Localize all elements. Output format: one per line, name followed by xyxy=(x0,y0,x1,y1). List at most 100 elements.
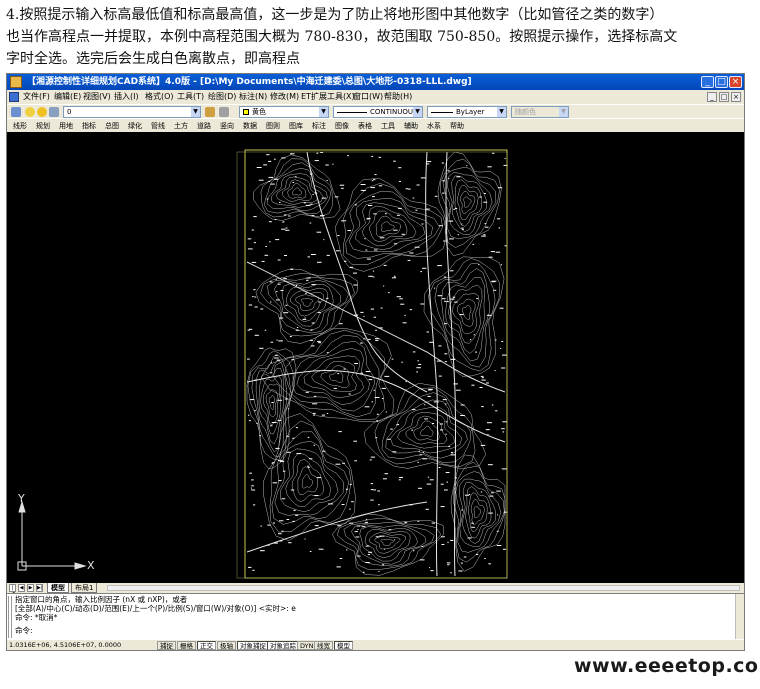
contour-line xyxy=(337,517,442,570)
menu-draw[interactable]: 绘图(D) xyxy=(208,90,236,104)
tab-nav-next[interactable]: ▶ xyxy=(27,584,34,592)
doc-minimize-button[interactable]: _ xyxy=(707,92,717,102)
elevation-point xyxy=(250,399,255,401)
menu-edit[interactable]: 编辑(E) xyxy=(54,90,81,104)
plugin-item[interactable]: 指标 xyxy=(82,119,96,133)
plugin-item[interactable]: 用地 xyxy=(59,119,73,133)
linetype-dropdown[interactable]: CONTINUOUS ▼ xyxy=(333,106,423,118)
plugin-item[interactable]: 规划 xyxy=(36,119,50,133)
tab-layout1[interactable]: 布局1 xyxy=(71,583,98,593)
status-polar-button[interactable]: 极轴 xyxy=(217,641,236,650)
minimize-button[interactable]: _ xyxy=(701,76,714,88)
lock-icon[interactable] xyxy=(49,107,59,117)
plugin-item[interactable]: 土方 xyxy=(174,119,188,133)
horizontal-scrollbar[interactable] xyxy=(107,585,740,591)
elevation-point xyxy=(398,207,402,209)
status-grid-button[interactable]: 栅格 xyxy=(177,641,196,650)
contour-line xyxy=(258,368,284,445)
elevation-point xyxy=(442,192,445,194)
command-scrollbar[interactable] xyxy=(735,594,744,640)
tab-nav-prev[interactable]: ◀ xyxy=(18,584,25,592)
plugin-item[interactable]: 图则 xyxy=(266,119,280,133)
elevation-point xyxy=(272,462,275,464)
plugin-item[interactable]: 竖向 xyxy=(220,119,234,133)
contour-line xyxy=(380,538,395,546)
chevron-down-icon[interactable]: ▼ xyxy=(319,107,328,117)
menu-dimension[interactable]: 标注(N) xyxy=(239,90,267,104)
elevation-point xyxy=(271,422,277,423)
elevation-point xyxy=(268,160,272,162)
status-osnap-button[interactable]: 对象捕捉 xyxy=(237,641,269,650)
status-lineweight-button[interactable]: 线宽 xyxy=(314,641,333,650)
drawing-canvas[interactable]: Y X xyxy=(7,132,744,583)
status-model-button[interactable]: 模型 xyxy=(334,641,353,650)
elevation-point xyxy=(321,414,325,416)
color-dropdown[interactable]: 黄色 ▼ xyxy=(239,106,329,118)
plugin-item[interactable]: 数据 xyxy=(243,119,257,133)
command-window[interactable]: 指定窗口的角点，输入比例因子 (nX 或 nXP)，或者 [全部(A)/中心(C… xyxy=(7,593,744,640)
plugin-item[interactable]: 管线 xyxy=(151,119,165,133)
layer-previous-icon[interactable] xyxy=(219,107,229,117)
menu-modify[interactable]: 修改(M) xyxy=(270,90,299,104)
elevation-point xyxy=(282,221,285,223)
plugin-item[interactable]: 图像 xyxy=(335,119,349,133)
elevation-point xyxy=(392,451,397,453)
plugin-item[interactable]: 总图 xyxy=(105,119,119,133)
layer-manager-icon[interactable] xyxy=(11,107,21,117)
menu-window[interactable]: 窗口(W) xyxy=(353,90,383,104)
menu-insert[interactable]: 插入(I) xyxy=(114,90,139,104)
elevation-point xyxy=(348,393,351,395)
plugin-item[interactable]: 水系 xyxy=(427,119,441,133)
elevation-point xyxy=(450,572,452,574)
plugin-item[interactable]: 线形 xyxy=(13,119,27,133)
menu-express-tools[interactable]: ET扩展工具(X) xyxy=(301,90,355,104)
plugin-item[interactable]: 表格 xyxy=(358,119,372,133)
contour-line xyxy=(473,505,482,519)
contour-line xyxy=(434,262,496,368)
layer-dropdown[interactable]: 0 ▼ xyxy=(63,106,201,118)
status-otrack-button[interactable]: 对象追踪 xyxy=(267,641,299,650)
plugin-item[interactable]: 帮助 xyxy=(450,119,464,133)
chevron-down-icon[interactable]: ▼ xyxy=(413,107,422,117)
menu-help[interactable]: 帮助(H) xyxy=(384,90,412,104)
elevation-point xyxy=(487,434,489,435)
close-button[interactable]: × xyxy=(729,76,742,88)
menu-view[interactable]: 视图(V) xyxy=(83,90,111,104)
doc-maximize-button[interactable]: □ xyxy=(719,92,729,102)
lineweight-swatch xyxy=(431,111,453,113)
command-window-handle[interactable] xyxy=(8,596,12,638)
make-current-icon[interactable] xyxy=(205,107,215,117)
elevation-point xyxy=(364,406,370,408)
title-bar[interactable]: 【湘源控制性详细规划CAD系统】4.0版 - [D:\My Documents\… xyxy=(7,74,744,90)
elevation-point xyxy=(405,381,407,383)
plugin-item[interactable]: 工具 xyxy=(381,119,395,133)
bulb-icon[interactable] xyxy=(25,107,35,117)
contour-line xyxy=(260,272,355,337)
doc-close-button[interactable]: × xyxy=(731,92,741,102)
menu-file[interactable]: 文件(F) xyxy=(23,90,50,104)
tab-nav-first[interactable]: |◀ xyxy=(9,584,16,597)
maximize-button[interactable]: □ xyxy=(715,76,728,88)
elevation-point xyxy=(409,504,413,506)
status-snap-button[interactable]: 捕捉 xyxy=(157,641,176,650)
elevation-point xyxy=(365,249,368,251)
elevation-point xyxy=(495,251,501,253)
plugin-item[interactable]: 道路 xyxy=(197,119,211,133)
plugin-item[interactable]: 标注 xyxy=(312,119,326,133)
menu-format[interactable]: 格式(O) xyxy=(145,90,174,104)
document-icon[interactable] xyxy=(9,92,19,102)
lineweight-dropdown[interactable]: ByLayer ▼ xyxy=(427,106,507,118)
command-prompt[interactable]: 命令: xyxy=(15,626,33,635)
chevron-down-icon[interactable]: ▼ xyxy=(191,107,200,117)
plugin-item[interactable]: 绿化 xyxy=(128,119,142,133)
chevron-down-icon[interactable]: ▼ xyxy=(497,107,506,117)
tab-model[interactable]: 模型 xyxy=(47,583,69,593)
sun-icon[interactable] xyxy=(37,107,47,117)
properties-toolbar: 0 ▼ 黄色 ▼ CONTINUOUS ▼ ByLayer ▼ 随颜色 ▼ xyxy=(7,104,744,118)
status-ortho-button[interactable]: 正交 xyxy=(197,641,216,650)
plugin-item[interactable]: 图库 xyxy=(289,119,303,133)
elevation-point xyxy=(480,491,483,493)
menu-tools[interactable]: 工具(T) xyxy=(177,90,204,104)
tab-nav-last[interactable]: ▶| xyxy=(36,584,43,592)
plugin-item[interactable]: 辅助 xyxy=(404,119,418,133)
